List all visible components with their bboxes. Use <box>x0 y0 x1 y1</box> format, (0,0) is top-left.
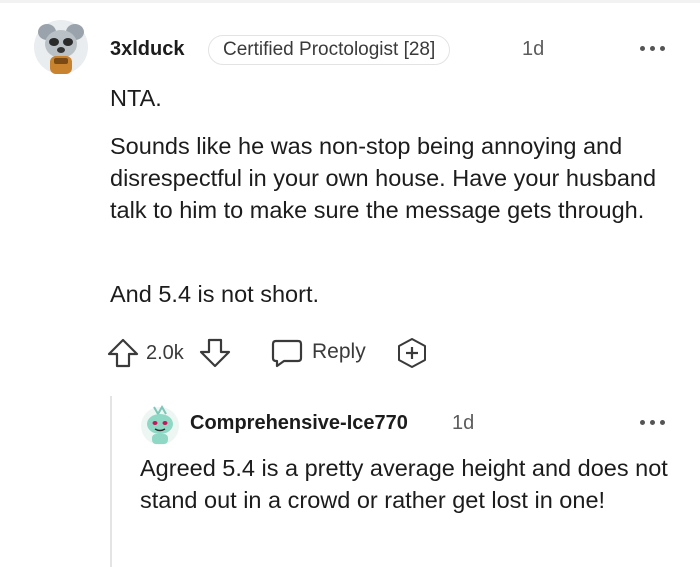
upvote-icon[interactable] <box>106 337 140 369</box>
downvote-icon[interactable] <box>198 337 232 369</box>
comment-paragraph: Sounds like he was non-stop being annoyi… <box>110 133 657 223</box>
overflow-menu-icon[interactable] <box>636 38 670 58</box>
award-plus-icon[interactable] <box>396 337 428 369</box>
comment-paragraph: And 5.4 is not short. <box>110 281 320 307</box>
timestamp[interactable]: 1d <box>452 412 474 435</box>
reply-button[interactable]: Reply <box>270 337 400 369</box>
user-flair: Certified Proctologist [28] <box>208 35 451 65</box>
user-avatar[interactable] <box>140 404 180 446</box>
thread-line[interactable] <box>110 396 112 567</box>
overflow-menu-icon[interactable] <box>636 412 670 432</box>
vote-score: 2.0k <box>146 342 184 364</box>
reply-body: Agreed 5.4 is a pretty average height an… <box>140 455 668 513</box>
username[interactable]: 3xlduck <box>110 38 184 61</box>
user-avatar[interactable] <box>32 18 90 80</box>
comment-paragraph: NTA. <box>110 85 162 111</box>
reply-label: Reply <box>312 340 366 363</box>
username[interactable]: Comprehensive-Ice770 <box>190 412 408 435</box>
timestamp[interactable]: 1d <box>522 38 544 61</box>
comment-bubble-icon <box>271 339 303 368</box>
top-divider <box>0 0 700 3</box>
